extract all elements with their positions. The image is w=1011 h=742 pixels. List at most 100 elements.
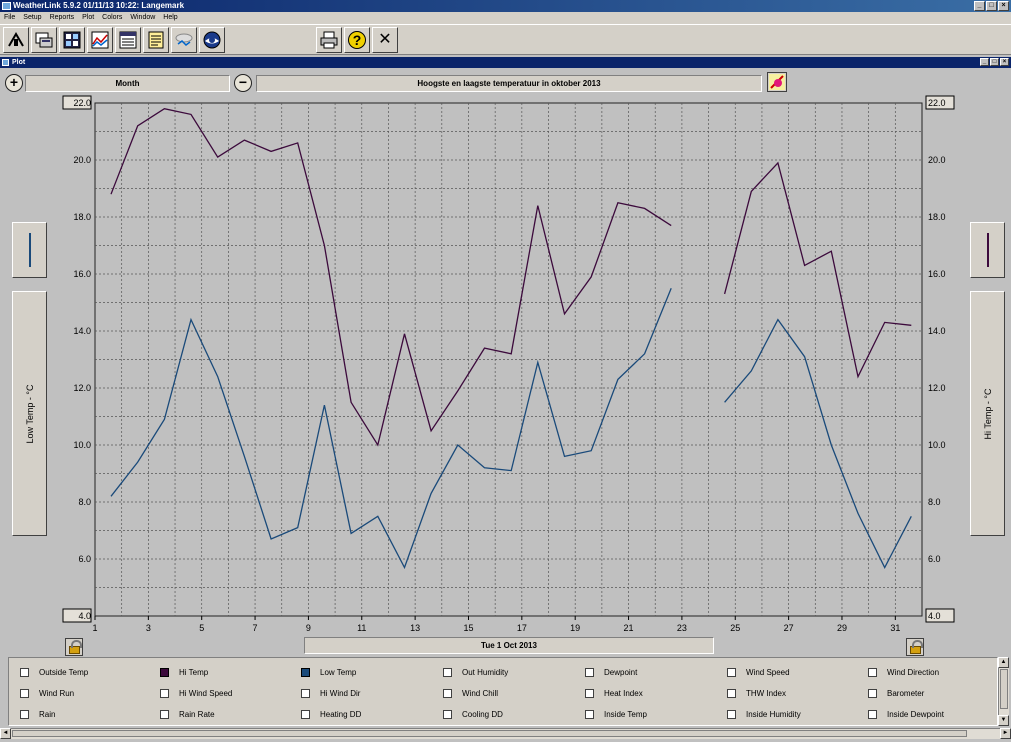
legend-checkbox-barometer[interactable] bbox=[868, 688, 877, 698]
scroll-up-button[interactable]: ▲ bbox=[998, 657, 1009, 668]
download-button[interactable] bbox=[171, 27, 197, 53]
legend-item-heating-dd[interactable]: Heating DD bbox=[301, 708, 361, 720]
minimize-button[interactable]: _ bbox=[974, 1, 985, 11]
y-tick-label-left: 16.0 bbox=[73, 269, 91, 279]
menu-window[interactable]: Window bbox=[126, 12, 159, 24]
menu-file[interactable]: File bbox=[0, 12, 19, 24]
legend-checkbox-hi-wind-speed[interactable] bbox=[160, 688, 169, 698]
legend-checkbox-rain-rate[interactable] bbox=[160, 709, 169, 719]
legend-item-out-humidity[interactable]: Out Humidity bbox=[443, 666, 508, 678]
plot-maximize-button[interactable]: □ bbox=[990, 58, 999, 66]
horizontal-scrollbar[interactable]: ◄ ► bbox=[0, 728, 1011, 739]
legend-item-hi-wind-speed[interactable]: Hi Wind Speed bbox=[160, 687, 232, 699]
legend-checkbox-hi-wind-dir[interactable] bbox=[301, 688, 310, 698]
y-tick-box-right bbox=[925, 95, 955, 110]
legend-item-inside-humidity[interactable]: Inside Humidity bbox=[727, 708, 801, 720]
print-button[interactable] bbox=[316, 27, 342, 53]
horizontal-scroll-thumb[interactable] bbox=[12, 730, 967, 737]
legend-item-hi-wind-dir[interactable]: Hi Wind Dir bbox=[301, 687, 360, 699]
legend-item-cooling-dd[interactable]: Cooling DD bbox=[443, 708, 503, 720]
legend-checkbox-outside-temp[interactable] bbox=[20, 667, 29, 677]
legend-checkbox-cooling-dd[interactable] bbox=[443, 709, 452, 719]
menu-plot[interactable]: Plot bbox=[78, 12, 98, 24]
menu-setup[interactable]: Setup bbox=[19, 12, 45, 24]
legend-checkbox-wind-run[interactable] bbox=[20, 688, 29, 698]
legend-label: Hi Wind Speed bbox=[179, 688, 233, 698]
legend-checkbox-wind-direction[interactable] bbox=[868, 667, 877, 677]
bulletin-button[interactable] bbox=[31, 27, 57, 53]
menu-colors[interactable]: Colors bbox=[98, 12, 126, 24]
legend-item-rain[interactable]: Rain bbox=[20, 708, 55, 720]
close-plot-button[interactable]: ✕ bbox=[372, 27, 398, 53]
menu-help[interactable]: Help bbox=[159, 12, 181, 24]
legend-checkbox-dewpoint[interactable] bbox=[585, 667, 594, 677]
noaa-button[interactable] bbox=[199, 27, 225, 53]
legend-checkbox-out-humidity[interactable] bbox=[443, 667, 452, 677]
plot-button[interactable] bbox=[87, 27, 113, 53]
close-window-button[interactable]: × bbox=[998, 1, 1009, 11]
plot-minimize-button[interactable]: _ bbox=[980, 58, 989, 66]
legend-checkbox-heat-index[interactable] bbox=[585, 688, 594, 698]
legend-item-barometer[interactable]: Barometer bbox=[868, 687, 924, 699]
zoom-in-button[interactable]: + bbox=[5, 74, 23, 92]
zoom-out-button[interactable]: − bbox=[234, 74, 252, 92]
x-tick-label: 23 bbox=[677, 623, 687, 633]
x-tick-label: 11 bbox=[357, 623, 366, 633]
y-tick-label-right: 16.0 bbox=[928, 269, 946, 279]
scroll-left-button[interactable]: ◄ bbox=[0, 728, 11, 739]
right-axis-lock-button[interactable] bbox=[906, 638, 924, 656]
legend-checkbox-thw-index[interactable] bbox=[727, 688, 736, 698]
notes-button[interactable] bbox=[143, 27, 169, 53]
legend-item-thw-index[interactable]: THW Index bbox=[727, 687, 786, 699]
legend-checkbox-inside-temp[interactable] bbox=[585, 709, 594, 719]
legend-label: Dewpoint bbox=[604, 667, 638, 677]
legend-item-wind-speed[interactable]: Wind Speed bbox=[727, 666, 790, 678]
legend-checkbox-low-temp[interactable] bbox=[301, 667, 310, 677]
legend-checkbox-wind-chill[interactable] bbox=[443, 688, 452, 698]
temperature-chart: 1 3 5 7 9 11 13 15 17 19 21 23 25 27 29 314.0 4.06.0 6.08… bbox=[62, 95, 955, 633]
legend-vertical-scrollbar[interactable]: ▲ ▼ bbox=[998, 657, 1009, 726]
legend-item-inside-dewpoint[interactable]: Inside Dewpoint bbox=[868, 708, 944, 720]
y-tick-label-left: 22.0 bbox=[73, 98, 91, 108]
left-axis-button[interactable]: Low Temp - °C bbox=[12, 291, 47, 536]
legend-item-low-temp[interactable]: Low Temp bbox=[301, 666, 356, 678]
legend-item-dewpoint[interactable]: Dewpoint bbox=[585, 666, 637, 678]
legend-checkbox-heating-dd[interactable] bbox=[301, 709, 310, 719]
legend-checkbox-rain[interactable] bbox=[20, 709, 29, 719]
summary-button[interactable] bbox=[59, 27, 85, 53]
scroll-down-button[interactable]: ▼ bbox=[998, 715, 1009, 726]
period-selector[interactable]: Month bbox=[25, 75, 230, 92]
plot-title[interactable]: Hoogste en laagste temperatuur in oktobe… bbox=[256, 75, 762, 92]
hi-temp-line-style-button[interactable] bbox=[970, 222, 1005, 278]
legend-item-hi-temp[interactable]: Hi Temp bbox=[160, 666, 208, 678]
plot-colors-button[interactable] bbox=[767, 72, 787, 92]
maximize-button[interactable]: □ bbox=[986, 1, 997, 11]
legend-item-wind-direction[interactable]: Wind Direction bbox=[868, 666, 939, 678]
y-tick-label-left: 18.0 bbox=[73, 212, 91, 222]
legend-panel: Outside Temp Hi Temp Low Temp Out Humidity D… bbox=[8, 657, 998, 726]
help-button[interactable]: ? bbox=[344, 27, 370, 53]
legend-item-outside-temp[interactable]: Outside Temp bbox=[20, 666, 88, 678]
legend-checkbox-inside-humidity[interactable] bbox=[727, 709, 736, 719]
legend-item-wind-run[interactable]: Wind Run bbox=[20, 687, 74, 699]
legend-label: Heat Index bbox=[604, 688, 643, 698]
y-tick-label-right: 20.0 bbox=[928, 155, 946, 165]
scroll-thumb[interactable] bbox=[1000, 669, 1008, 709]
legend-item-heat-index[interactable]: Heat Index bbox=[585, 687, 643, 699]
legend-item-wind-chill[interactable]: Wind Chill bbox=[443, 687, 498, 699]
legend-checkbox-wind-speed[interactable] bbox=[727, 667, 736, 677]
date-selector[interactable]: Tue 1 Oct 2013 bbox=[304, 637, 714, 654]
menu-reports[interactable]: Reports bbox=[46, 12, 79, 24]
legend-item-inside-temp[interactable]: Inside Temp bbox=[585, 708, 647, 720]
plot-close-button[interactable]: × bbox=[1000, 58, 1009, 66]
paint-icon bbox=[769, 74, 785, 90]
legend-checkbox-hi-temp[interactable] bbox=[160, 667, 169, 677]
legend-checkbox-inside-dewpoint[interactable] bbox=[868, 709, 877, 719]
low-temp-line-style-button[interactable] bbox=[12, 222, 47, 278]
scroll-right-button[interactable]: ► bbox=[1000, 728, 1011, 739]
browse-button[interactable] bbox=[115, 27, 141, 53]
left-axis-lock-button[interactable] bbox=[65, 638, 83, 656]
right-axis-button[interactable]: Hi Temp - °C bbox=[970, 291, 1005, 536]
station-button[interactable] bbox=[3, 27, 29, 53]
legend-item-rain-rate[interactable]: Rain Rate bbox=[160, 708, 215, 720]
